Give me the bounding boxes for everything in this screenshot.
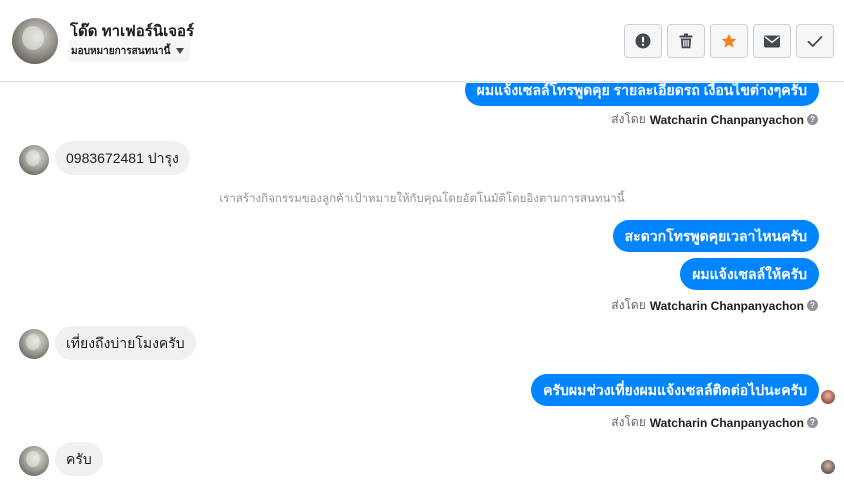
assign-conversation-label: มอบหมายการสนทนานี้ — [71, 45, 171, 57]
conversation-actions — [624, 24, 834, 58]
outgoing-message[interactable]: สะดวกโทรพูดคุยเวลาไหนครับ — [612, 220, 819, 252]
sender-avatar — [19, 446, 49, 476]
sent-by-label: ส่งโดย Watcharin Chanpanyachon ? — [611, 296, 818, 315]
outgoing-message[interactable]: ผมแจ้งเซลล์โทรพูดคุย รายละเอียดรถ เงื่อน… — [464, 83, 819, 106]
incoming-message[interactable]: 0983672481 ปารุง — [55, 141, 190, 175]
sent-by-label: ส่งโดย Watcharin Chanpanyachon ? — [611, 413, 818, 432]
contact-avatar[interactable] — [12, 18, 58, 64]
seen-indicator-avatar — [821, 460, 835, 474]
mark-done-button[interactable] — [796, 24, 834, 58]
assign-conversation-dropdown[interactable]: มอบหมายการสนทนานี้ — [68, 40, 191, 62]
sent-by-name[interactable]: Watcharin Chanpanyachon — [650, 416, 804, 430]
star-icon — [721, 33, 737, 48]
sent-by-name[interactable]: Watcharin Chanpanyachon — [650, 113, 804, 127]
help-icon[interactable]: ? — [807, 114, 818, 125]
alert-icon — [635, 33, 651, 49]
conversation-header: โด๊ด ทาเฟอร์นิเจอร์ มอบหมายการสนทนานี้ — [0, 0, 844, 82]
message-thread[interactable]: ผมแจ้งเซลล์โทรพูดคุย รายละเอียดรถ เงื่อน… — [0, 83, 844, 501]
sent-by-prefix: ส่งโดย — [611, 112, 646, 126]
outgoing-message[interactable]: ผมแจ้งเซลล์ให้ครับ — [680, 258, 819, 290]
seen-indicator-avatar — [821, 390, 835, 404]
caret-down-icon — [176, 48, 185, 54]
mark-spam-button[interactable] — [624, 24, 662, 58]
star-button[interactable] — [710, 24, 748, 58]
sent-by-prefix: ส่งโดย — [611, 415, 646, 429]
envelope-icon — [764, 35, 780, 47]
sender-avatar — [19, 145, 49, 175]
help-icon[interactable]: ? — [807, 417, 818, 428]
checkmark-icon — [807, 35, 823, 47]
incoming-message[interactable]: เที่ยงถึงบ่ายโมงครับ — [55, 326, 196, 360]
delete-button[interactable] — [667, 24, 705, 58]
sent-by-prefix: ส่งโดย — [611, 298, 646, 312]
trash-icon — [679, 33, 693, 49]
sent-by-label: ส่งโดย Watcharin Chanpanyachon ? — [611, 110, 818, 129]
sender-avatar — [19, 329, 49, 359]
sent-by-name[interactable]: Watcharin Chanpanyachon — [650, 299, 804, 313]
outgoing-message[interactable]: ครับผมช่วงเที่ยงผมแจ้งเซลล์ติดต่อไปนะครั… — [531, 374, 819, 406]
system-note: เราสร้างกิจกรรมของลูกค้าเป้าหมายให้กับคุ… — [219, 193, 625, 205]
mark-unread-button[interactable] — [753, 24, 791, 58]
incoming-message[interactable]: ครับ — [55, 442, 103, 476]
help-icon[interactable]: ? — [807, 300, 818, 311]
